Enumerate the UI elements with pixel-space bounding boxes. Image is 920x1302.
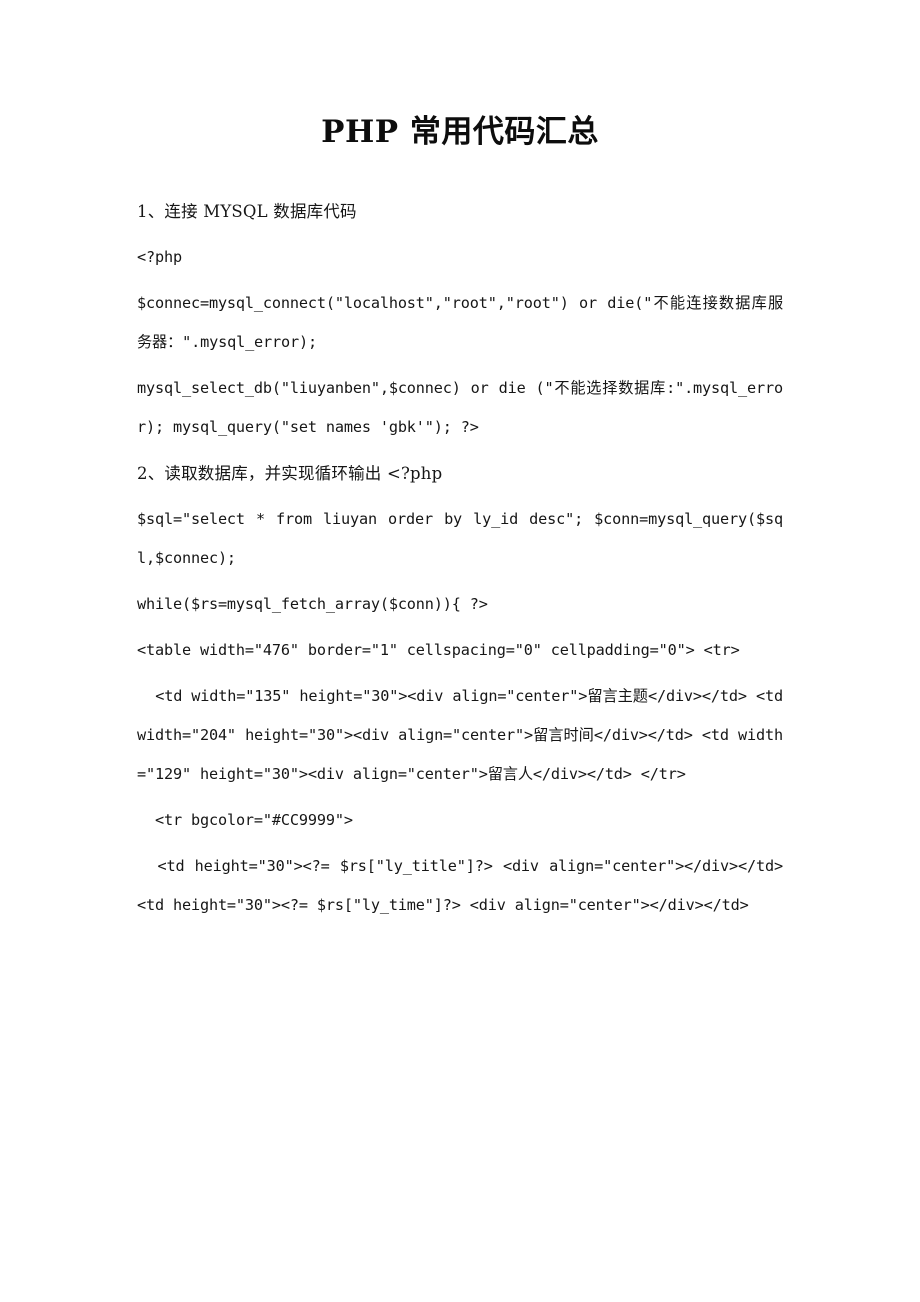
code-line-table-open: <table width="476" border="1" cellspacin… [137,641,740,659]
code-line-data-cells: <td height="30"><?= $rs["ly_title"]?> <d… [137,857,783,914]
code-line-mysql-select-db: mysql_select_db("liuyanben",$connec) or … [137,379,783,436]
code-line-header-cells: <td width="135" height="30"><div align="… [137,687,783,783]
code-line-mysql-connect: $connec=mysql_connect("localhost","root"… [137,294,783,351]
document-body: PHP 常用代码汇总 1、连接 MYSQL 数据库代码 <?php $conne… [137,0,783,925]
document-page: PHP 常用代码汇总 1、连接 MYSQL 数据库代码 <?php $conne… [0,0,920,1302]
code-line-sql-query: $sql="select * from liuyan order by ly_i… [137,510,783,567]
page-title: PHP 常用代码汇总 [321,114,599,150]
section-heading-1: 1、连接 MYSQL 数据库代码 [137,202,357,221]
code-line-php-open: <?php [137,248,182,266]
code-line-row-bgcolor: <tr bgcolor="#CC9999"> [155,811,353,829]
section-heading-2: 2、读取数据库，并实现循环输出 <?php [137,464,443,483]
code-line-while-loop: while($rs=mysql_fetch_array($conn)){ ?> [137,595,488,613]
